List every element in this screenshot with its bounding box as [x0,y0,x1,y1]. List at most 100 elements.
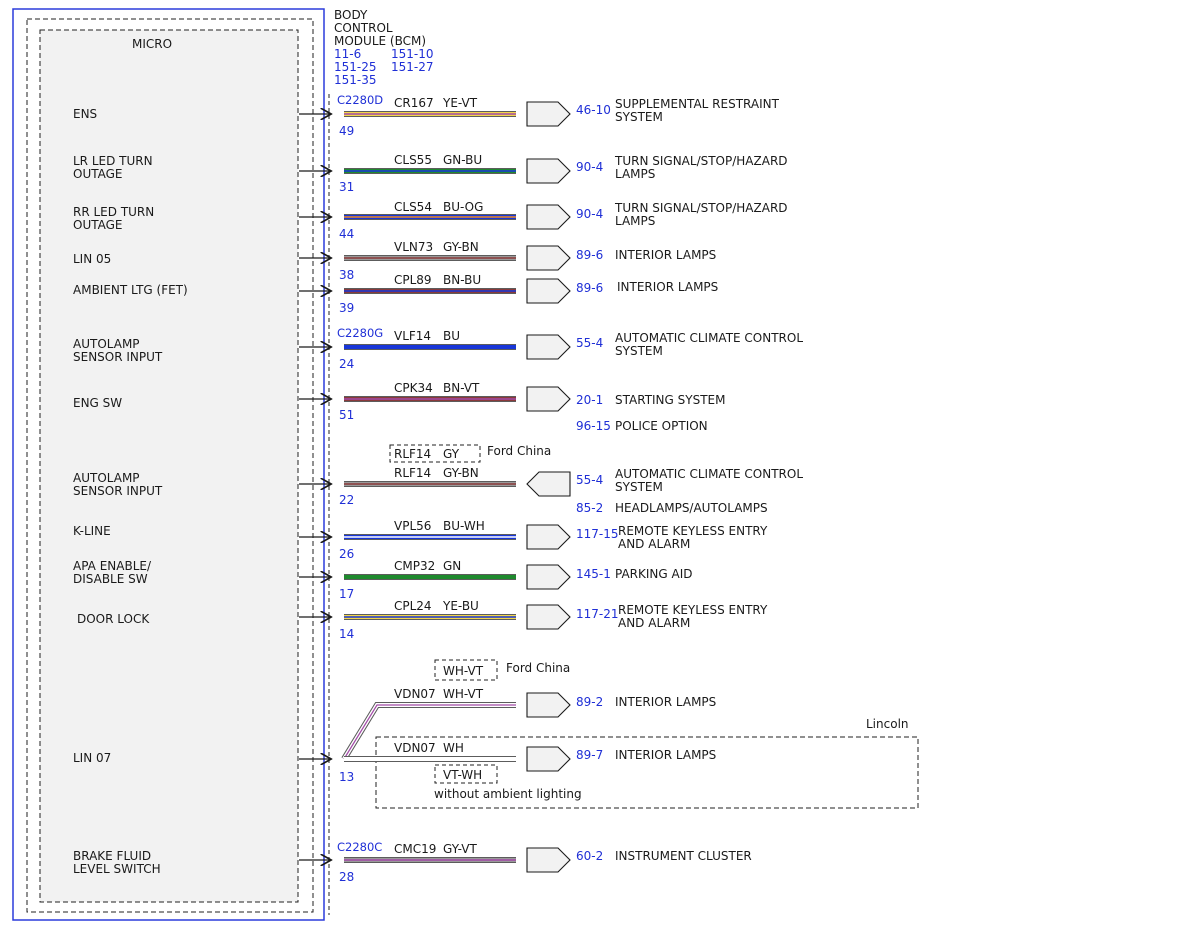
destination-label: AUTOMATIC CLIMATE CONTROL [615,467,803,481]
pin-number: 44 [339,227,354,241]
wire-color: GN-BU [443,153,482,167]
destination-label: SYSTEM [615,344,663,358]
destination-label: REMOTE KEYLESS ENTRY [618,603,768,617]
variant-wire-color: WH-VT [443,664,484,678]
page-ref[interactable]: 60-2 [576,849,603,863]
connector-id: C2280G [337,326,383,340]
page-ref[interactable]: 89-2 [576,695,603,709]
connector-shape [526,564,571,590]
connector-shape [526,245,571,271]
module-ref[interactable]: 151-35 [334,73,377,87]
destination-label: INSTRUMENT CLUSTER [615,849,752,863]
pin-number: 24 [339,357,354,371]
pin-number: 22 [339,493,354,507]
circuit-id: RLF14 [394,466,431,480]
wire-color: BN-BU [443,273,481,287]
variant-wire-color: GY [443,447,460,461]
destination-label: POLICE OPTION [615,419,708,433]
connector-id: C2280D [337,93,383,107]
destination-label: SYSTEM [615,480,663,494]
destination-label: INTERIOR LAMPS [615,248,716,262]
input-label: SENSOR INPUT [73,484,163,498]
input-label: AMBIENT LTG (FET) [73,283,188,297]
destination-label: INTERIOR LAMPS [617,280,718,294]
page-ref[interactable]: 89-7 [576,748,603,762]
connector-shape [526,204,571,230]
pin-number: 51 [339,408,354,422]
page-ref[interactable]: 96-15 [576,419,611,433]
page-ref[interactable]: 89-6 [576,248,603,262]
destination-label: TURN SIGNAL/STOP/HAZARD [614,154,788,168]
connector-shape [526,101,571,127]
pin-number: 31 [339,180,354,194]
module-ref[interactable]: 11-6 [334,47,361,61]
destination-label: STARTING SYSTEM [615,393,725,407]
pin-number: 17 [339,587,354,601]
page-ref[interactable]: 85-2 [576,501,603,515]
input-label: LR LED TURN [73,154,153,168]
page-ref[interactable]: 117-15 [576,527,619,541]
connector-shape [526,334,571,360]
circuit-id: CMP32 [394,559,435,573]
page-ref[interactable]: 90-4 [576,207,603,221]
input-label: DISABLE SW [73,572,148,586]
destination-label: INTERIOR LAMPS [615,695,716,709]
pin-number: 26 [339,547,354,561]
region-label: Lincoln [866,717,909,731]
connector-shape [526,158,571,184]
wire-color: BN-VT [443,381,480,395]
circuit-id: CPK34 [394,381,433,395]
input-label: ENG SW [73,396,122,410]
connector-id: C2280C [337,840,382,854]
wire-color: GY-BN [443,240,479,254]
variant-note: Ford China [506,661,570,675]
micro-label: MICRO [132,37,172,51]
input-label: K-LINE [73,524,111,538]
input-label: DOOR LOCK [77,612,150,626]
connector-shape-female [526,471,571,497]
connector-shape [526,278,571,304]
circuit-id: CLS55 [394,153,432,167]
input-label: BRAKE FLUID [73,849,151,863]
variant-wire-color: VT-WH [443,768,482,782]
input-label: LEVEL SWITCH [73,862,161,876]
module-title-line-1: BODY [334,8,368,22]
input-label: AUTOLAMP [73,471,140,485]
page-ref[interactable]: 20-1 [576,393,603,407]
page-ref[interactable]: 145-1 [576,567,611,581]
circuit-id: CPL89 [394,273,432,287]
circuit-id: CMC19 [394,842,436,856]
destination-label: LAMPS [615,167,655,181]
page-ref[interactable]: 55-4 [576,336,603,350]
input-label: SENSOR INPUT [73,350,163,364]
destination-label: REMOTE KEYLESS ENTRY [618,524,768,538]
wire-color: BU [443,329,460,343]
circuit-id: CLS54 [394,200,432,214]
module-ref[interactable]: 151-27 [391,60,434,74]
pin-number: 14 [339,627,354,641]
variant-note: Ford China [487,444,551,458]
wire-color: YE-VT [442,96,478,110]
page-ref[interactable]: 55-4 [576,473,603,487]
wire-color: GN [443,559,461,573]
page-ref[interactable]: 117-21 [576,607,619,621]
connector-shape [526,847,571,873]
destination-label: AND ALARM [618,616,690,630]
connector-shape [526,746,571,772]
wire-color: GY-VT [443,842,477,856]
destination-label: AUTOMATIC CLIMATE CONTROL [615,331,803,345]
module-ref[interactable]: 151-25 [334,60,377,74]
input-label: APA ENABLE/ [73,559,152,573]
variant-note: without ambient lighting [434,787,582,801]
destination-label: SYSTEM [615,110,663,124]
module-ref[interactable]: 151-10 [391,47,434,61]
page-ref[interactable]: 90-4 [576,160,603,174]
pin-number: 28 [339,870,354,884]
input-label: LIN 07 [73,751,111,765]
input-label: ENS [73,107,97,121]
page-ref[interactable]: 89-6 [576,281,603,295]
destination-label: LAMPS [615,214,655,228]
page-ref[interactable]: 46-10 [576,103,611,117]
variant-circuit-id: RLF14 [394,447,431,461]
module-title-line-2: CONTROL [334,21,393,35]
